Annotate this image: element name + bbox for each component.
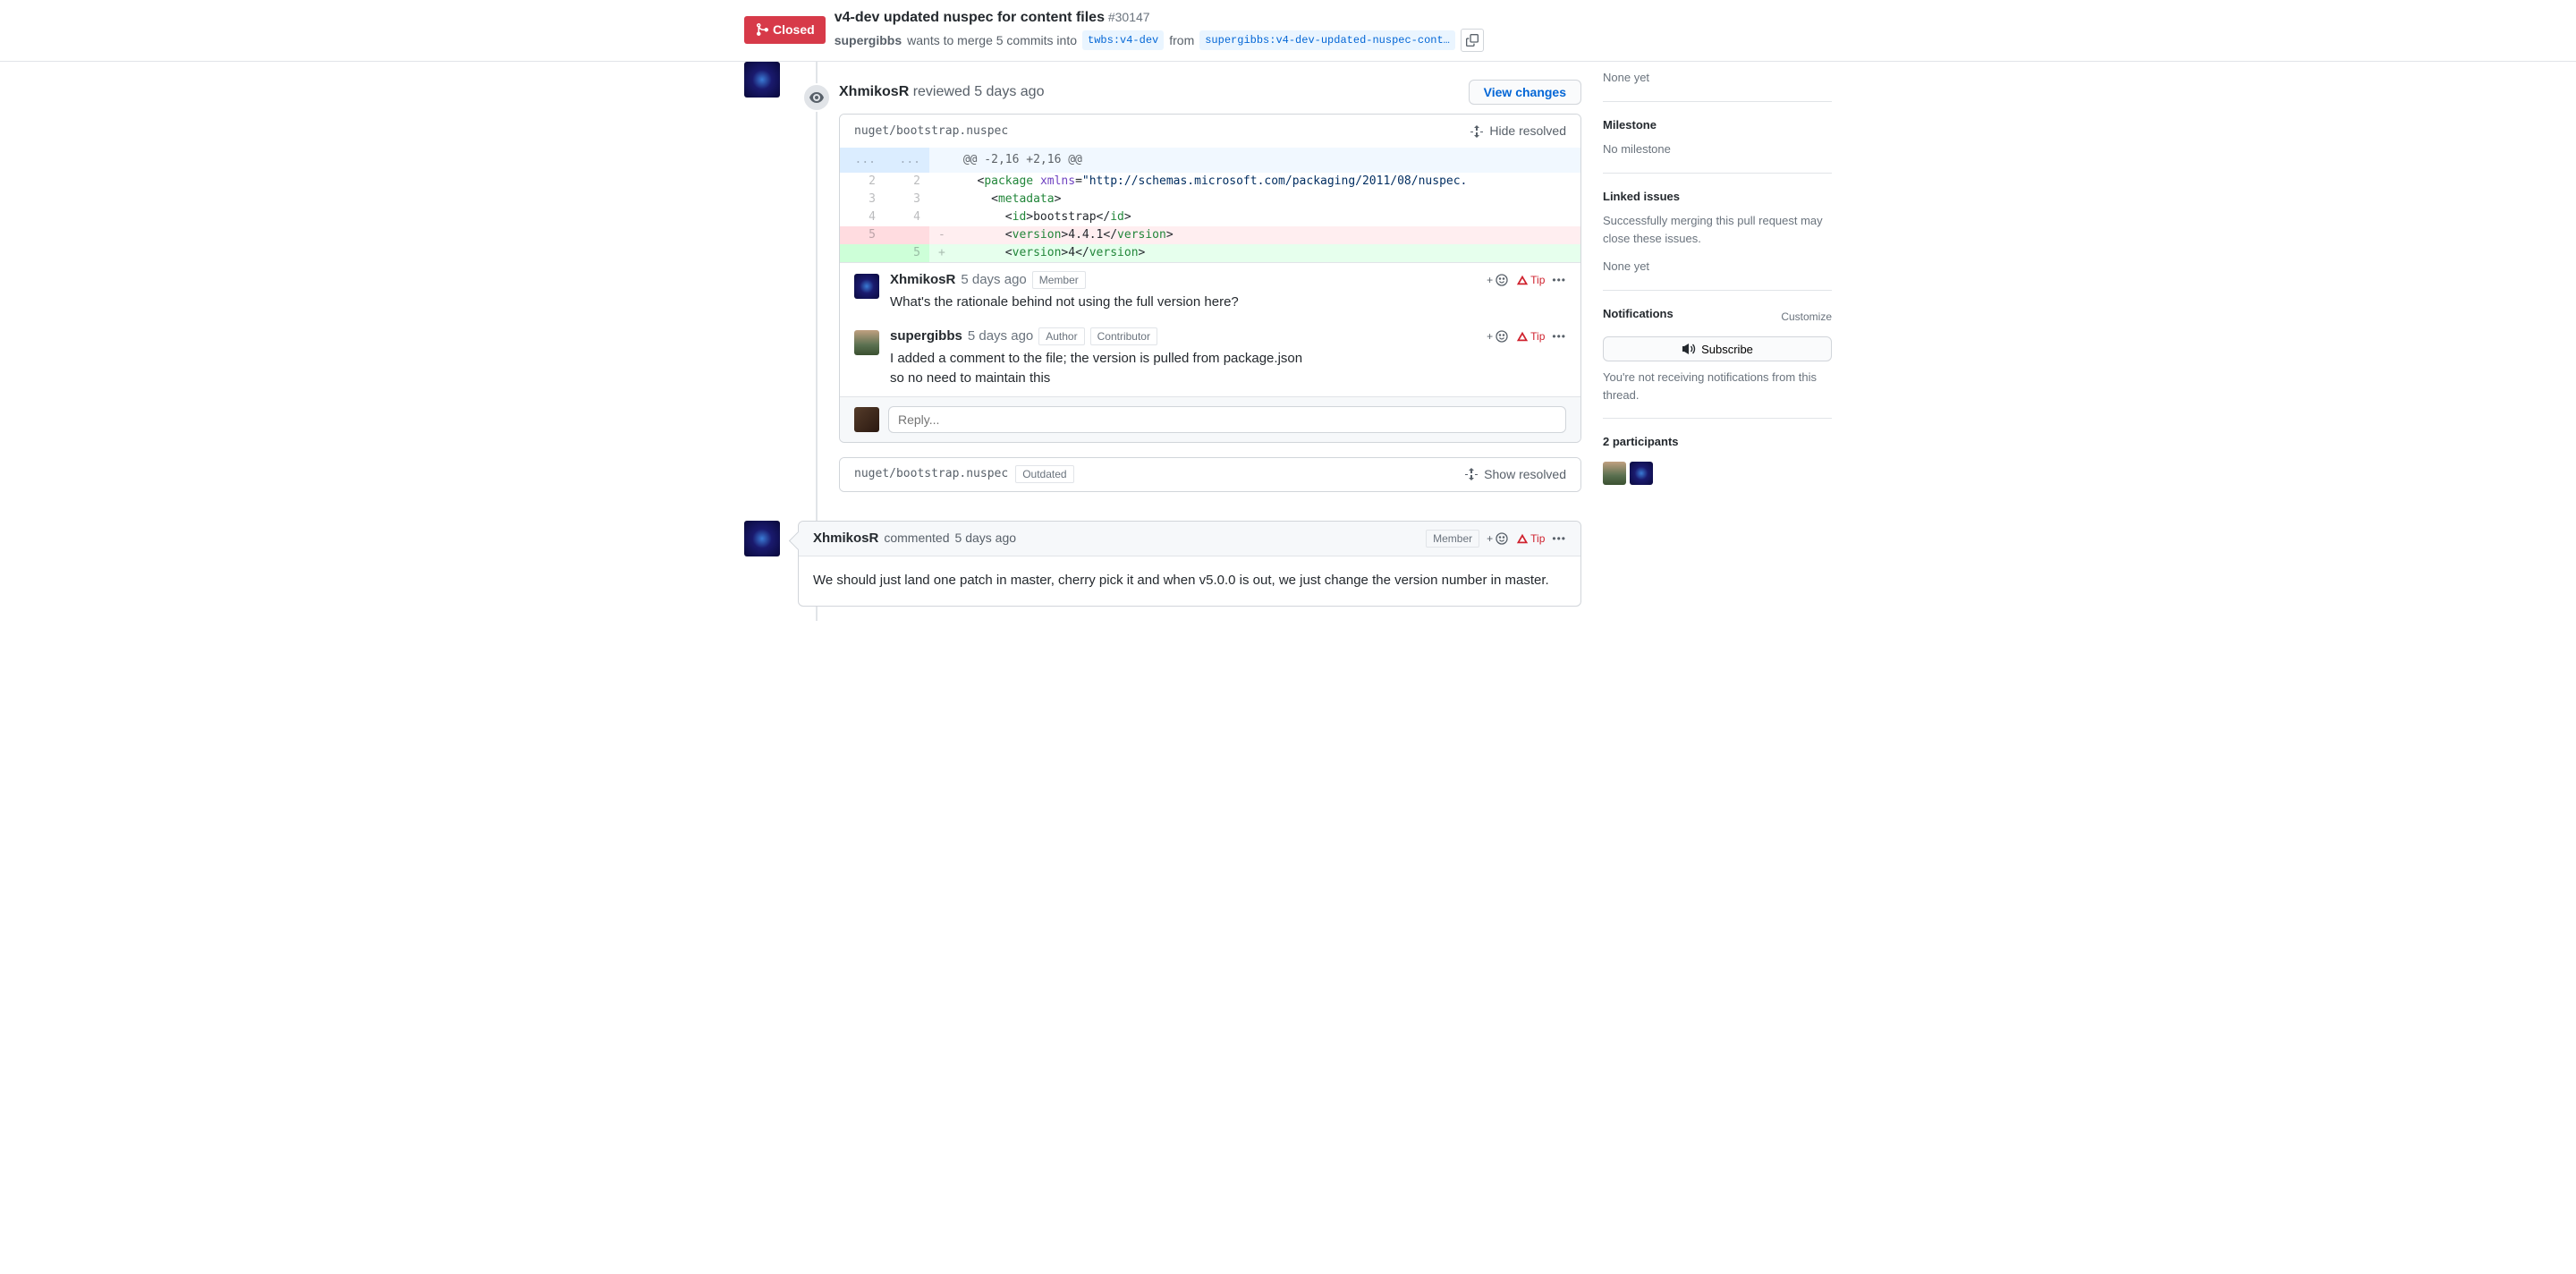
kebab-icon[interactable]: •••: [1552, 272, 1566, 288]
smiley-icon: [1495, 531, 1509, 546]
git-pull-request-icon: [755, 22, 769, 37]
diff-table: ...... @@ -2,16 +2,16 @@ 22 <package xml…: [840, 148, 1580, 262]
hunk-header: ...... @@ -2,16 +2,16 @@: [840, 148, 1580, 173]
state-badge: Closed: [744, 16, 826, 44]
comment-body: What's the rationale behind not using th…: [890, 293, 1566, 313]
comment-body: We should just land one patch in master,…: [799, 556, 1580, 606]
pr-author[interactable]: supergibbs: [835, 31, 902, 50]
pr-meta: supergibbs wants to merge 5 commits into…: [835, 29, 1484, 52]
base-branch[interactable]: twbs:v4-dev: [1082, 30, 1164, 50]
smiley-icon: [1495, 329, 1509, 344]
sidebar-linked-title[interactable]: Linked issues: [1603, 188, 1832, 206]
role-badge: Member: [1426, 530, 1479, 548]
copy-branch-icon[interactable]: [1461, 29, 1484, 52]
review-comment: XhmikosR 5 days ago Member + Tip •••: [840, 263, 1580, 319]
role-badge: Author: [1038, 327, 1084, 345]
sidebar-reviewers-value: None yet: [1603, 69, 1832, 87]
add-reaction-button[interactable]: +: [1487, 531, 1509, 547]
add-reaction-button[interactable]: +: [1487, 272, 1509, 288]
sidebar-notifications-title: Notifications: [1603, 305, 1674, 323]
tip-button[interactable]: Tip: [1516, 531, 1545, 547]
add-reaction-button[interactable]: +: [1487, 328, 1509, 344]
avatar[interactable]: [854, 330, 879, 355]
diff-line-deletion: 5- <version>4.4.1</version>: [840, 226, 1580, 244]
head-branch[interactable]: supergibbs:v4-dev-updated-nuspec-cont…: [1199, 30, 1455, 50]
reply-input[interactable]: [888, 406, 1566, 433]
diff-line-context: 22 <package xmlns="http://schemas.micros…: [840, 173, 1580, 191]
pr-sticky-header: Closed v4-dev updated nuspec for content…: [0, 0, 2576, 62]
review-timestamp: 5 days ago: [974, 84, 1044, 99]
subscribe-button[interactable]: Subscribe: [1603, 336, 1832, 361]
avatar[interactable]: [744, 521, 780, 556]
sidebar-linked-desc: Successfully merging this pull request m…: [1603, 212, 1832, 247]
comment-timestamp: 5 days ago: [955, 529, 1017, 548]
comment-author[interactable]: XhmikosR: [890, 270, 955, 291]
pr-number: #30147: [1108, 10, 1150, 24]
sidebar-notif-desc: You're not receiving notifications from …: [1603, 369, 1832, 403]
sidebar-milestone-title[interactable]: Milestone: [1603, 116, 1832, 134]
diff-line-addition: 5+ <version>4</version>: [840, 244, 1580, 262]
sidebar: None yet Milestone No milestone Linked i…: [1603, 62, 1832, 621]
review-thread: nuget/bootstrap.nuspec Hide resolved ...…: [839, 114, 1581, 443]
unfold-icon: [1470, 124, 1484, 139]
unfold-icon: [1464, 467, 1479, 481]
diff-line-context: 33 <metadata>: [840, 191, 1580, 208]
avatar[interactable]: [744, 62, 780, 98]
show-resolved-button[interactable]: Show resolved: [1464, 465, 1566, 484]
diff-filename[interactable]: nuget/bootstrap.nuspec: [854, 123, 1008, 140]
diff-line-context: 44 <id>bootstrap</id>: [840, 208, 1580, 226]
review-event-icon: [802, 83, 831, 112]
diff-filename[interactable]: nuget/bootstrap.nuspec: [854, 465, 1008, 483]
outdated-badge: Outdated: [1015, 465, 1073, 483]
sidebar-milestone-value: No milestone: [1603, 140, 1832, 158]
avatar[interactable]: [854, 407, 879, 432]
triangle-icon: [1516, 274, 1529, 286]
kebab-icon[interactable]: •••: [1552, 531, 1566, 547]
customize-link[interactable]: Customize: [1781, 309, 1832, 325]
triangle-icon: [1516, 532, 1529, 545]
unmute-icon: [1682, 342, 1696, 356]
comment-timestamp: 5 days ago: [968, 327, 1033, 347]
review-thread-collapsed: nuget/bootstrap.nuspec Outdated Show res…: [839, 457, 1581, 492]
sidebar-participants-title: 2 participants: [1603, 433, 1832, 451]
pr-title[interactable]: v4-dev updated nuspec for content files: [835, 10, 1105, 25]
review-author[interactable]: XhmikosR: [839, 84, 909, 99]
role-badge: Contributor: [1090, 327, 1157, 345]
kebab-icon[interactable]: •••: [1552, 328, 1566, 344]
comment-body: I added a comment to the file; the versi…: [890, 349, 1319, 389]
tip-button[interactable]: Tip: [1516, 272, 1545, 288]
role-badge: Member: [1032, 271, 1086, 289]
sidebar-linked-value: None yet: [1603, 258, 1832, 276]
view-changes-button[interactable]: View changes: [1469, 80, 1581, 105]
comment-card: XhmikosR commented 5 days ago Member + T…: [798, 521, 1581, 607]
comment-timestamp: 5 days ago: [961, 270, 1026, 291]
smiley-icon: [1495, 273, 1509, 287]
comment-author[interactable]: supergibbs: [890, 327, 962, 347]
state-label: Closed: [773, 21, 815, 39]
review-action: reviewed: [913, 84, 970, 99]
triangle-icon: [1516, 330, 1529, 343]
tip-button[interactable]: Tip: [1516, 328, 1545, 344]
eye-icon: [809, 90, 824, 105]
review-comment: supergibbs 5 days ago Author Contributor…: [840, 319, 1580, 396]
participant-avatar[interactable]: [1603, 462, 1626, 485]
comment-author[interactable]: XhmikosR: [813, 529, 878, 549]
avatar[interactable]: [854, 274, 879, 299]
participant-avatar[interactable]: [1630, 462, 1653, 485]
hide-resolved-button[interactable]: Hide resolved: [1470, 122, 1566, 140]
